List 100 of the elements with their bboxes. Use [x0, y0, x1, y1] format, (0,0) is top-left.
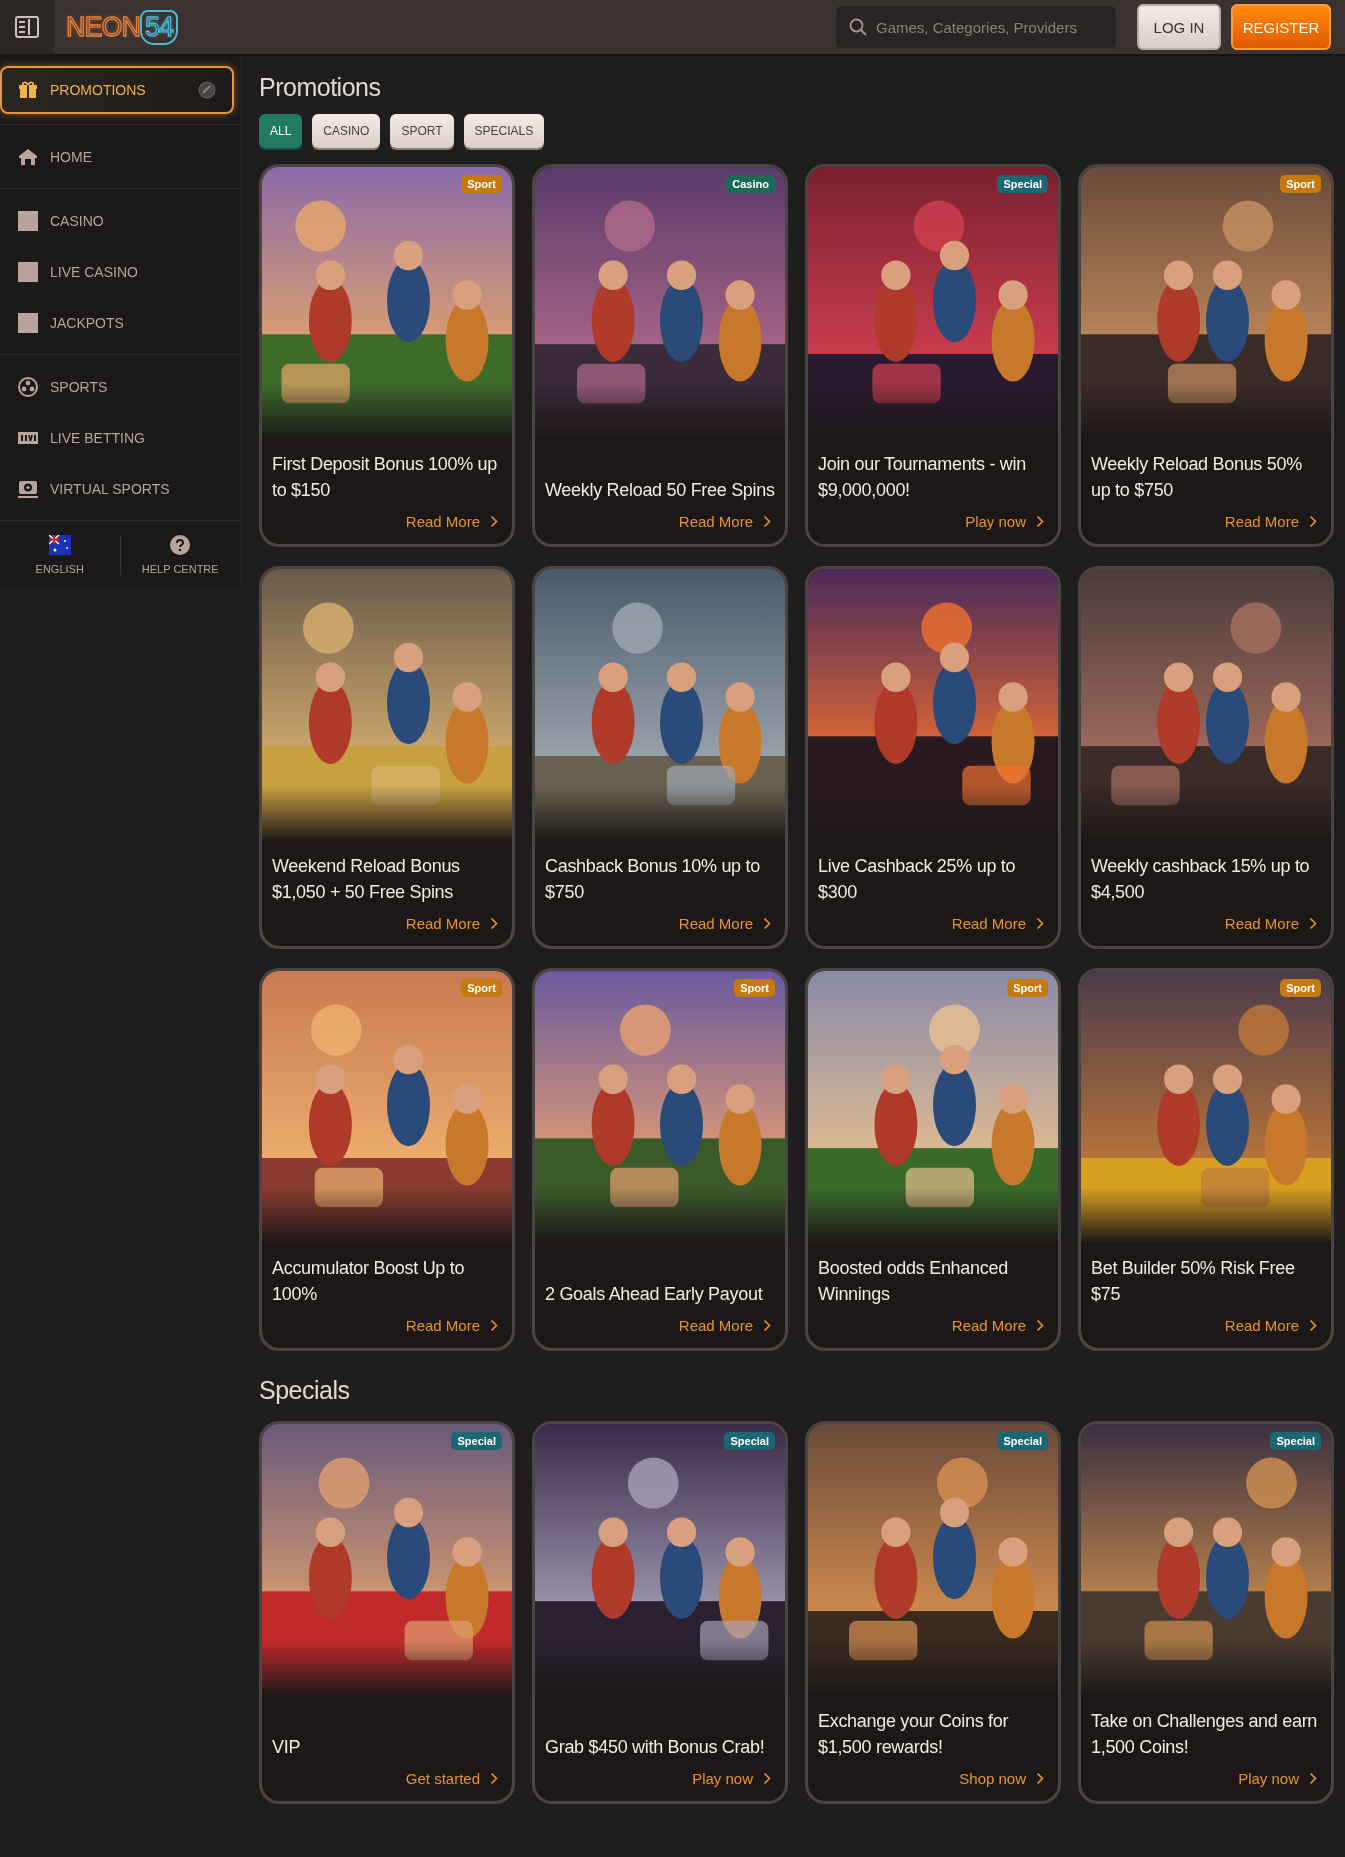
promo-card[interactable]: Sport Bet Builder 50% Risk Free $75 Read More	[1078, 968, 1334, 1351]
promo-link[interactable]: Shop now	[959, 1770, 1044, 1787]
category-tag: Special	[451, 1432, 502, 1450]
gift-icon	[18, 80, 38, 100]
chevron-right-icon	[1309, 1772, 1317, 1785]
filter-tab[interactable]: CASINO	[312, 114, 381, 148]
promo-link[interactable]: Read More	[405, 513, 498, 530]
sidebar-item[interactable]: VIRTUAL SPORTS	[0, 463, 240, 514]
language-selector[interactable]: ENGLISH	[0, 535, 120, 575]
chevron-right-icon	[763, 515, 771, 528]
category-tag: Sport	[1007, 979, 1048, 997]
chevron-right-icon	[490, 515, 498, 528]
sidebar-item[interactable]: LIVE BETTING	[0, 412, 240, 463]
chevron-right-icon	[763, 917, 771, 930]
logo[interactable]: NEON 54	[66, 9, 179, 45]
promo-link[interactable]: Read More	[1224, 1317, 1317, 1334]
chevron-right-icon	[763, 1772, 771, 1785]
promo-card[interactable]: Sport 2 Goals Ahead Early Payout Read More	[532, 968, 788, 1351]
promo-link[interactable]: Get started	[405, 1770, 498, 1787]
promo-card[interactable]: Sport Accumulator Boost Up to 100% Read More	[259, 968, 515, 1351]
promo-link[interactable]: Read More	[405, 915, 498, 932]
help-centre-link[interactable]: HELP CENTRE	[119, 535, 240, 575]
house-icon	[18, 146, 38, 167]
promo-title: Weekly Reload 50 Free Spins	[544, 479, 776, 502]
sidebar-item[interactable]: JACKPOTS	[0, 297, 240, 348]
promo-card[interactable]: Sport Boosted odds Enhanced Winnings Read More	[805, 968, 1061, 1351]
promo-link[interactable]: Read More	[951, 1317, 1044, 1334]
sidebar-item[interactable]: PROMOTIONS	[0, 66, 234, 114]
promo-link[interactable]: Read More	[1224, 915, 1317, 932]
help-icon	[170, 535, 191, 555]
promo-title: Grab $450 with Bonus Crab!	[544, 1736, 766, 1759]
promo-link[interactable]: Play now	[1238, 1770, 1317, 1787]
category-tag: Sport	[734, 979, 775, 997]
filter-tab[interactable]: ALL	[259, 114, 303, 148]
chevron-right-icon	[763, 1319, 771, 1332]
category-tag: Special	[1270, 1432, 1321, 1450]
promo-link[interactable]: Read More	[678, 915, 771, 932]
promo-card[interactable]: Cashback Bonus 10% up to $750 Read More	[532, 566, 788, 949]
promo-title: Take on Challenges and earn 1,500 Coins!	[1090, 1710, 1319, 1759]
monitor-ball-icon	[18, 478, 38, 499]
category-tag: Special	[997, 1432, 1048, 1450]
filter-tab[interactable]: SPECIALS	[463, 114, 545, 148]
soccer-ball-icon	[18, 376, 38, 397]
promo-link[interactable]: Read More	[1224, 513, 1317, 530]
promo-card[interactable]: Special Join our Tournaments - win $9,000,000! Play now	[805, 164, 1061, 547]
filter-tab[interactable]: SPORT	[390, 114, 454, 148]
promo-title: Boosted odds Enhanced Winnings	[817, 1257, 1009, 1306]
category-tag: Sport	[1280, 979, 1321, 997]
chevron-right-icon	[1036, 515, 1044, 528]
chevron-right-icon	[1309, 515, 1317, 528]
category-tag: Sport	[461, 979, 502, 997]
sidebar-item[interactable]: CASINO	[0, 195, 240, 246]
promo-title: Join our Tournaments - win $9,000,000!	[817, 453, 1027, 502]
promo-link[interactable]: Play now	[965, 513, 1044, 530]
search-field[interactable]: Games, Categories, Providers	[835, 5, 1117, 49]
category-tag: Special	[724, 1432, 775, 1450]
category-tag: Special	[997, 175, 1048, 193]
promo-title: Weekly Reload Bonus 50% up to $750	[1090, 453, 1303, 502]
chevron-right-icon	[1036, 1319, 1044, 1332]
section-title: Promotions	[259, 72, 382, 103]
promo-link[interactable]: Read More	[678, 513, 771, 530]
promo-title: Exchange your Coins for $1,500 rewards!	[817, 1710, 1010, 1759]
promo-card[interactable]: Sport Weekly Reload Bonus 50% up to $750 Read More	[1078, 164, 1334, 547]
promo-card[interactable]: Sport First Deposit Bonus 100% up to $150 Read More	[259, 164, 515, 547]
promo-link[interactable]: Read More	[405, 1317, 498, 1334]
chevron-right-icon	[1309, 917, 1317, 930]
square-icon	[18, 210, 38, 231]
sidebar-item[interactable]: HOME	[0, 131, 240, 182]
sidebar-toggle-icon[interactable]	[15, 16, 39, 38]
promo-title: 2 Goals Ahead Early Payout	[544, 1283, 764, 1306]
section-title: Specials	[259, 1375, 351, 1406]
square-icon	[18, 312, 38, 333]
promo-title: Accumulator Boost Up to 100%	[271, 1257, 466, 1306]
promo-card[interactable]: Weekend Reload Bonus $1,050 + 50 Free Spins Read More	[259, 566, 515, 949]
promo-card[interactable]: Special Take on Challenges and earn 1,500 Coins! Play now	[1078, 1421, 1334, 1804]
promo-title: Bet Builder 50% Risk Free $75	[1090, 1257, 1296, 1306]
chevron-right-icon	[490, 1319, 498, 1332]
chevron-right-icon	[1309, 1319, 1317, 1332]
category-tag: Sport	[461, 175, 502, 193]
promo-card[interactable]: Special Exchange your Coins for $1,500 rewards! Shop now	[805, 1421, 1061, 1804]
sidebar-item[interactable]: LIVE CASINO	[0, 246, 240, 297]
promo-title: First Deposit Bonus 100% up to $150	[271, 453, 499, 502]
promo-link[interactable]: Read More	[951, 915, 1044, 932]
chevron-right-icon	[490, 917, 498, 930]
flag-icon	[48, 535, 71, 555]
category-tag: Casino	[726, 175, 775, 193]
promo-card[interactable]: Special VIP Get started	[259, 1421, 515, 1804]
sidebar-item[interactable]: SPORTS	[0, 361, 240, 412]
toggle-knob-icon[interactable]	[198, 81, 216, 99]
category-tag: Sport	[1280, 175, 1321, 193]
login-button[interactable]: LOG IN	[1137, 4, 1221, 50]
promo-card[interactable]: Weekly cashback 15% up to $4,500 Read More	[1078, 566, 1334, 949]
promo-card[interactable]: Casino Weekly Reload 50 Free Spins Read More	[532, 164, 788, 547]
promo-link[interactable]: Play now	[692, 1770, 771, 1787]
promo-link[interactable]: Read More	[678, 1317, 771, 1334]
promo-card[interactable]: Special Grab $450 with Bonus Crab! Play now	[532, 1421, 788, 1804]
chevron-right-icon	[1036, 917, 1044, 930]
promo-title: Weekend Reload Bonus $1,050 + 50 Free Spins	[271, 855, 461, 904]
promo-card[interactable]: Live Cashback 25% up to $300 Read More	[805, 566, 1061, 949]
chevron-right-icon	[1036, 1772, 1044, 1785]
